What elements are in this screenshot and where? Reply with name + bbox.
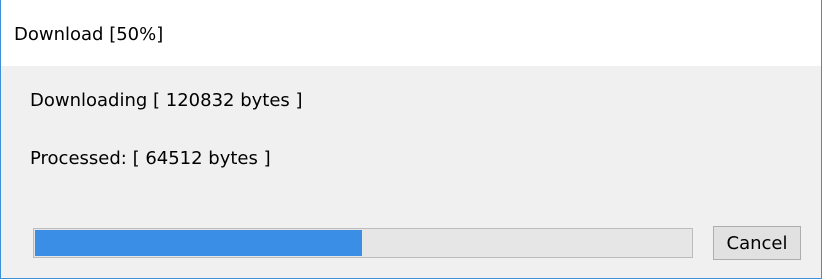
title-bar[interactable]: Download [50%] [1, 0, 821, 66]
cancel-button[interactable]: Cancel [713, 226, 801, 260]
download-dialog: Download [50%] Downloading [ 120832 byte… [0, 0, 822, 279]
window-title: Download [50%] [14, 24, 164, 45]
dialog-body: Downloading [ 120832 bytes ] Processed: … [2, 66, 820, 277]
downloading-status: Downloading [ 120832 bytes ] [30, 90, 303, 111]
processed-status: Processed: [ 64512 bytes ] [30, 148, 271, 169]
download-progress-bar [33, 228, 693, 258]
progress-bar-fill [35, 230, 362, 256]
